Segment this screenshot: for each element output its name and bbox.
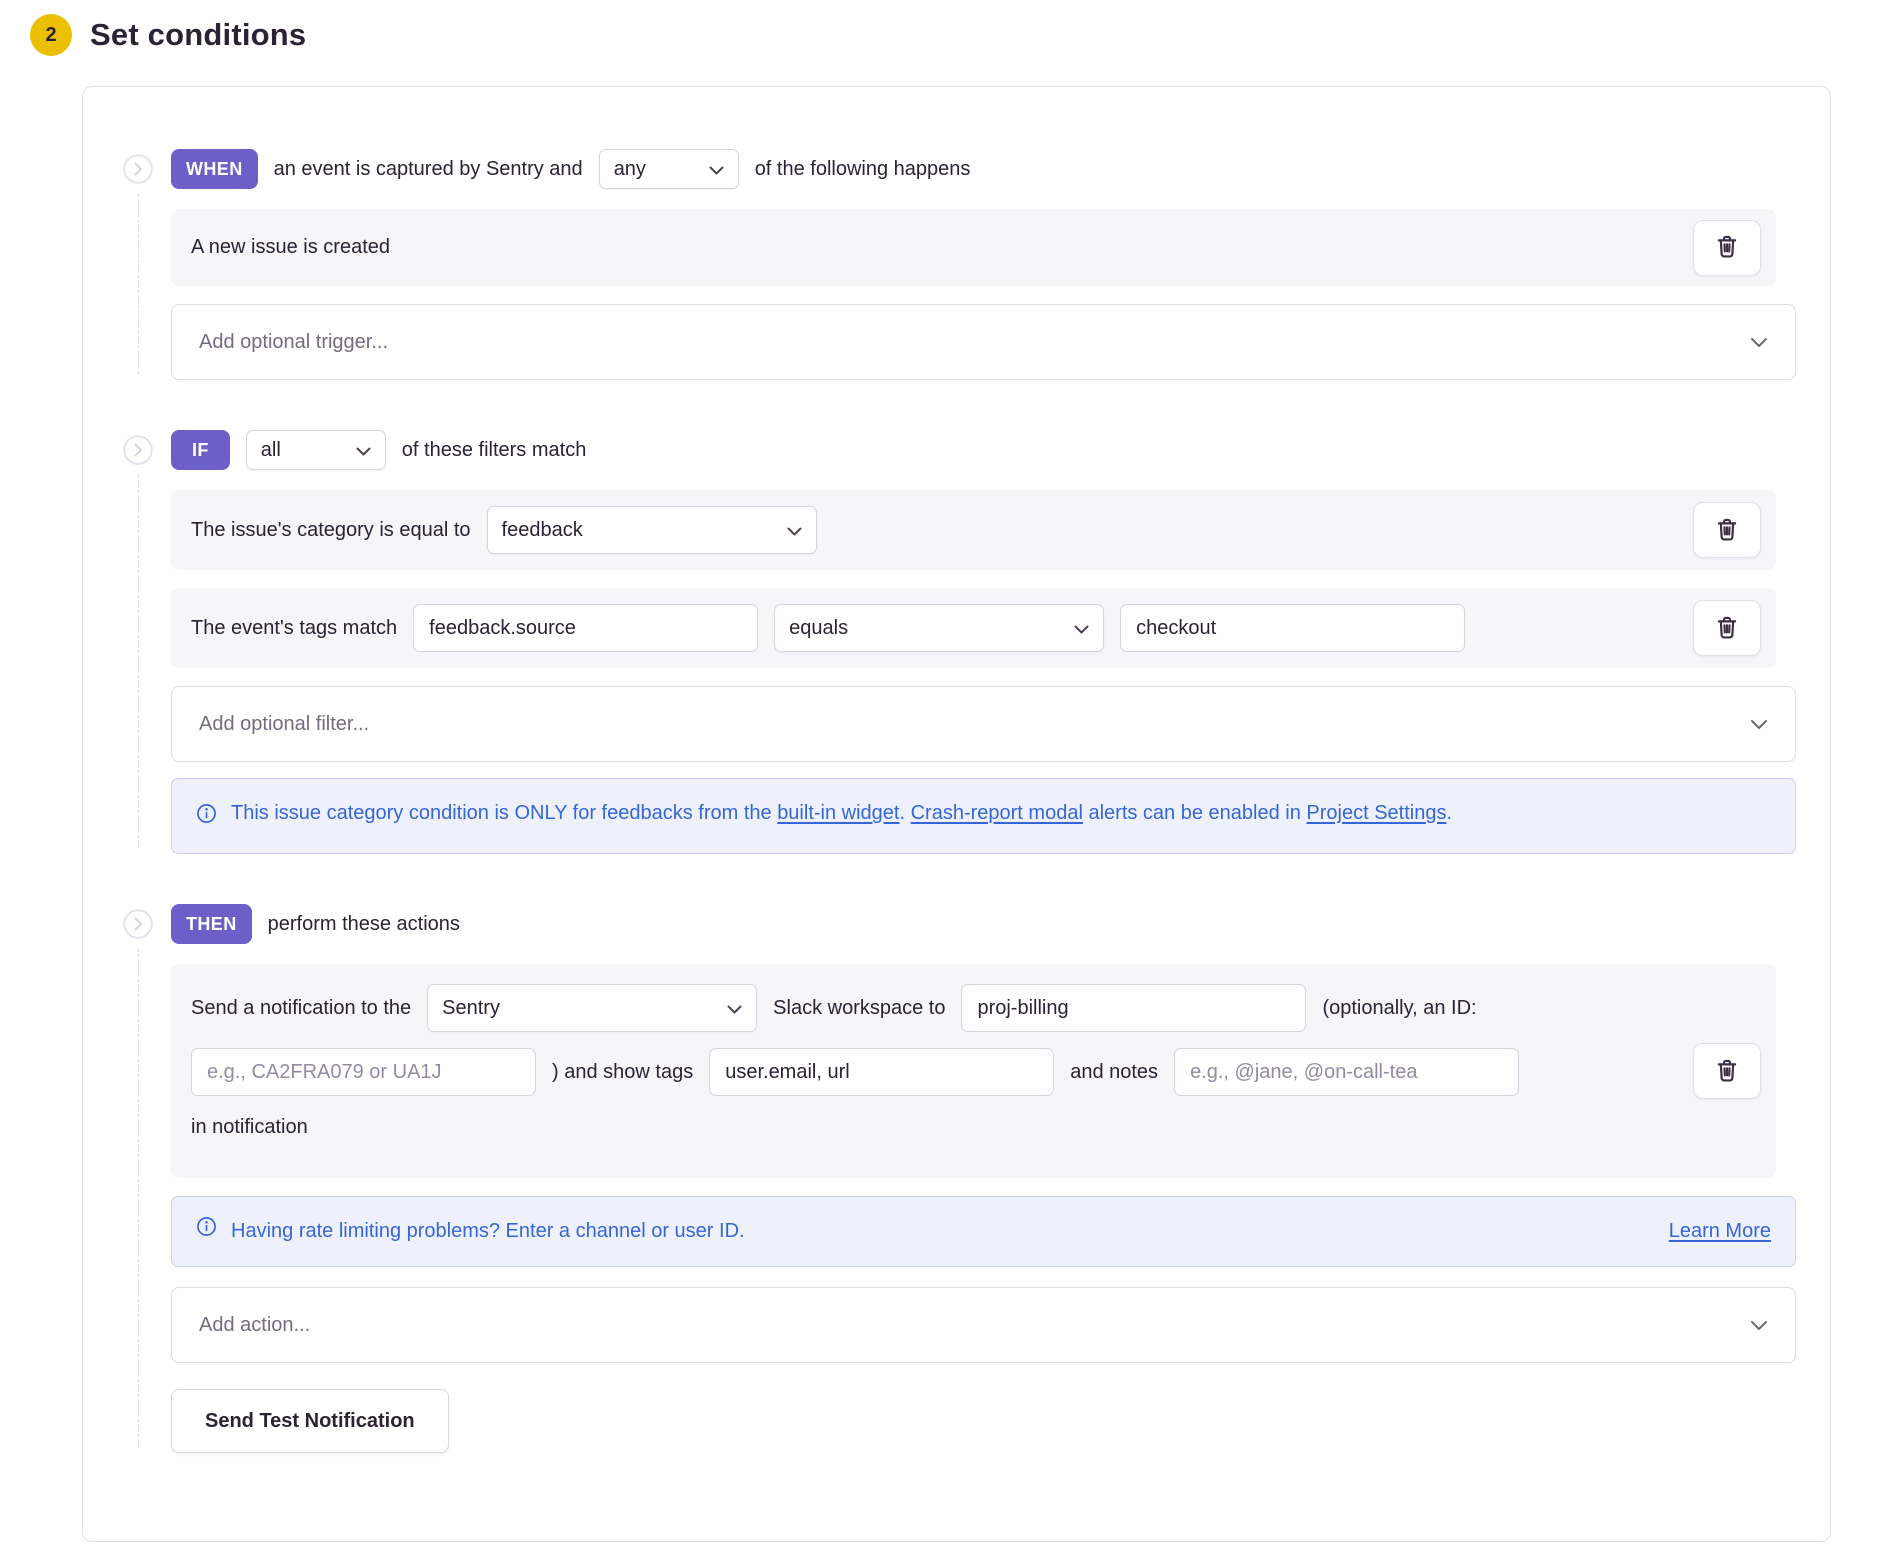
chevron-down-icon: [787, 519, 802, 542]
then-icon-column: [123, 904, 171, 1453]
add-trigger-placeholder: Add optional trigger...: [199, 331, 388, 354]
condition-label: A new issue is created: [191, 236, 390, 259]
channel-id-input[interactable]: [191, 1048, 536, 1096]
category-filter-row: The issue's category is equal to feedbac…: [171, 490, 1776, 570]
when-sentence-after: of the following happens: [755, 158, 971, 181]
delete-action-button[interactable]: [1693, 1043, 1761, 1099]
action-text-show-tags: ) and show tags: [552, 1061, 693, 1084]
add-filter-dropdown[interactable]: Add optional filter...: [171, 686, 1796, 762]
category-info-box: This issue category condition is ONLY fo…: [171, 778, 1796, 854]
project-settings-link[interactable]: Project Settings: [1306, 802, 1446, 824]
when-icon-column: [123, 149, 171, 380]
trash-icon: [1714, 614, 1740, 643]
chevron-down-icon: [727, 997, 742, 1020]
action-text-optional-id: (optionally, an ID:: [1322, 997, 1476, 1020]
tag-key-input[interactable]: [413, 604, 758, 652]
delete-filter-button[interactable]: [1693, 502, 1761, 558]
action-text-workspace: Slack workspace to: [773, 997, 945, 1020]
category-filter-label: The issue's category is equal to: [191, 519, 471, 542]
when-sentence-before: an event is captured by Sentry and: [274, 158, 583, 181]
chevron-down-icon: [1074, 617, 1089, 640]
then-header: THEN perform these actions: [171, 904, 1796, 944]
delete-filter-button[interactable]: [1693, 600, 1761, 656]
workspace-select-value: Sentry: [442, 997, 500, 1020]
action-text-in-notification: in notification: [191, 1116, 308, 1139]
info-circle-icon: [196, 1216, 217, 1247]
tag-value-input[interactable]: [1120, 604, 1465, 652]
connector-line: [138, 475, 139, 848]
action-line-3: in notification: [191, 1112, 1656, 1142]
category-select[interactable]: feedback: [487, 506, 817, 554]
chevron-right-circle-icon: [123, 435, 153, 465]
when-header: WHEN an event is captured by Sentry and …: [171, 149, 1796, 189]
chevron-down-icon: [1750, 331, 1768, 354]
if-match-select[interactable]: all: [246, 430, 386, 470]
then-badge: THEN: [171, 904, 252, 944]
action-text-and-notes: and notes: [1070, 1061, 1158, 1084]
learn-more-link[interactable]: Learn More: [1669, 1216, 1771, 1247]
if-section: IF all of these filters match The issue'…: [123, 430, 1796, 854]
if-match-select-value: all: [261, 439, 281, 462]
tags-filter-label: The event's tags match: [191, 617, 397, 640]
crash-report-modal-link[interactable]: Crash-report modal: [911, 802, 1083, 824]
category-info-text: This issue category condition is ONLY fo…: [231, 798, 1452, 834]
then-sentence: perform these actions: [268, 913, 460, 936]
add-filter-placeholder: Add optional filter...: [199, 713, 369, 736]
built-in-widget-link[interactable]: built-in widget: [777, 802, 899, 824]
chevron-down-icon: [1750, 713, 1768, 736]
trash-icon: [1714, 516, 1740, 545]
if-badge: IF: [171, 430, 230, 470]
connector-line: [138, 949, 139, 1447]
rate-limit-message: Having rate limiting problems? Enter a c…: [196, 1216, 1655, 1247]
conditions-card: WHEN an event is captured by Sentry and …: [82, 86, 1831, 1542]
trash-icon: [1714, 233, 1740, 262]
notification-action-row: Send a notification to the Sentry Slack …: [171, 964, 1776, 1178]
step-header: 2 Set conditions: [0, 0, 1888, 56]
chevron-right-circle-icon: [123, 909, 153, 939]
tags-input[interactable]: [709, 1048, 1054, 1096]
if-icon-column: [123, 430, 171, 854]
rate-limit-text: Having rate limiting problems? Enter a c…: [231, 1216, 745, 1247]
chevron-down-icon: [709, 158, 724, 181]
channel-input[interactable]: [961, 984, 1306, 1032]
when-section: WHEN an event is captured by Sentry and …: [123, 149, 1796, 380]
page-title: Set conditions: [90, 17, 306, 53]
category-select-value: feedback: [502, 519, 583, 542]
action-line-1: Send a notification to the Sentry Slack …: [191, 984, 1656, 1032]
if-header: IF all of these filters match: [171, 430, 1796, 470]
add-trigger-dropdown[interactable]: Add optional trigger...: [171, 304, 1796, 380]
action-line-2: ) and show tags and notes: [191, 1048, 1656, 1096]
info-circle-icon: [196, 803, 217, 834]
then-section: THEN perform these actions Send a notifi…: [123, 904, 1796, 1453]
condition-row: A new issue is created: [171, 209, 1776, 286]
action-text-send: Send a notification to the: [191, 997, 411, 1020]
when-match-select[interactable]: any: [599, 149, 739, 189]
rate-limit-info-box: Having rate limiting problems? Enter a c…: [171, 1196, 1796, 1267]
when-badge: WHEN: [171, 149, 258, 189]
chevron-right-circle-icon: [123, 154, 153, 184]
when-match-select-value: any: [614, 158, 646, 181]
if-sentence: of these filters match: [402, 439, 587, 462]
trash-icon: [1714, 1057, 1740, 1086]
connector-line: [138, 194, 139, 374]
add-action-dropdown[interactable]: Add action...: [171, 1287, 1796, 1363]
notes-input[interactable]: [1174, 1048, 1519, 1096]
delete-condition-button[interactable]: [1693, 220, 1761, 276]
add-action-placeholder: Add action...: [199, 1314, 310, 1337]
workspace-select[interactable]: Sentry: [427, 984, 757, 1032]
chevron-down-icon: [356, 439, 371, 462]
tag-operator-select[interactable]: equals: [774, 604, 1104, 652]
chevron-down-icon: [1750, 1314, 1768, 1337]
step-number-badge: 2: [30, 14, 72, 56]
tags-filter-row: The event's tags match equals: [171, 588, 1776, 668]
tag-operator-select-value: equals: [789, 617, 848, 640]
send-test-notification-button[interactable]: Send Test Notification: [171, 1389, 449, 1453]
